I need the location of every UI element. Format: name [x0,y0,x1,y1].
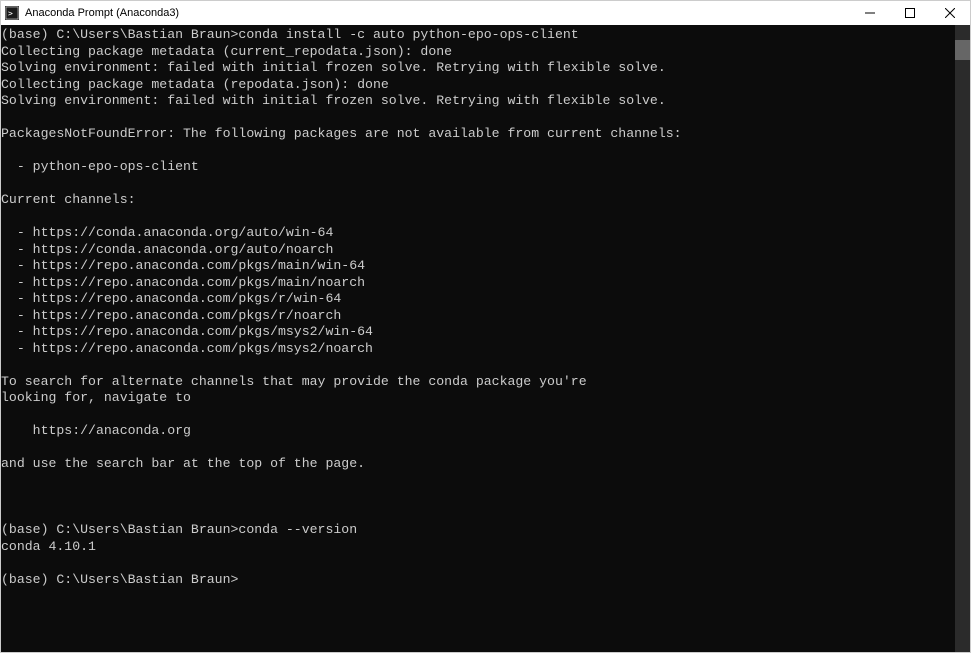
maximize-button[interactable] [890,1,930,25]
terminal-line: conda 4.10.1 [1,539,955,556]
terminal-line: Collecting package metadata (current_rep… [1,44,955,61]
app-icon: > [5,6,19,20]
terminal-line [1,440,955,457]
terminal-line: (base) C:\Users\Bastian Braun>conda --ve… [1,522,955,539]
terminal-line: https://anaconda.org [1,423,955,440]
svg-text:>: > [8,9,13,18]
terminal-line [1,110,955,127]
titlebar-left: > Anaconda Prompt (Anaconda3) [5,6,179,20]
terminal-line [1,176,955,193]
window-title: Anaconda Prompt (Anaconda3) [25,7,179,19]
terminal-line: Solving environment: failed with initial… [1,60,955,77]
window: > Anaconda Prompt (Anaconda3) (base) C:\… [0,0,971,653]
terminal-line: - python-epo-ops-client [1,159,955,176]
terminal-line [1,209,955,226]
terminal-line: looking for, navigate to [1,390,955,407]
terminal-line: - https://conda.anaconda.org/auto/noarch [1,242,955,259]
terminal-line: - https://repo.anaconda.com/pkgs/r/noarc… [1,308,955,325]
terminal-line [1,143,955,160]
terminal-line: To search for alternate channels that ma… [1,374,955,391]
scrollbar[interactable] [955,25,970,652]
terminal-line: Solving environment: failed with initial… [1,93,955,110]
scroll-up-arrow[interactable] [955,25,970,40]
terminal-line: (base) C:\Users\Bastian Braun>conda inst… [1,27,955,44]
terminal[interactable]: (base) C:\Users\Bastian Braun>conda inst… [1,25,955,652]
titlebar-buttons [850,1,970,25]
scrollbar-thumb[interactable] [955,40,970,60]
terminal-line: - https://repo.anaconda.com/pkgs/main/wi… [1,258,955,275]
terminal-line: - https://repo.anaconda.com/pkgs/main/no… [1,275,955,292]
terminal-line: - https://repo.anaconda.com/pkgs/msys2/n… [1,341,955,358]
terminal-line: (base) C:\Users\Bastian Braun> [1,572,955,589]
terminal-line: - https://repo.anaconda.com/pkgs/msys2/w… [1,324,955,341]
close-button[interactable] [930,1,970,25]
terminal-line [1,506,955,523]
terminal-line: and use the search bar at the top of the… [1,456,955,473]
terminal-line: Current channels: [1,192,955,209]
titlebar: > Anaconda Prompt (Anaconda3) [1,1,970,25]
minimize-button[interactable] [850,1,890,25]
terminal-line [1,357,955,374]
scroll-down-arrow[interactable] [955,637,970,652]
terminal-line: - https://repo.anaconda.com/pkgs/r/win-6… [1,291,955,308]
terminal-line [1,407,955,424]
terminal-container: (base) C:\Users\Bastian Braun>conda inst… [1,25,970,652]
terminal-line: Collecting package metadata (repodata.js… [1,77,955,94]
terminal-line: PackagesNotFoundError: The following pac… [1,126,955,143]
terminal-line [1,489,955,506]
terminal-line [1,473,955,490]
terminal-line: - https://conda.anaconda.org/auto/win-64 [1,225,955,242]
terminal-line [1,555,955,572]
